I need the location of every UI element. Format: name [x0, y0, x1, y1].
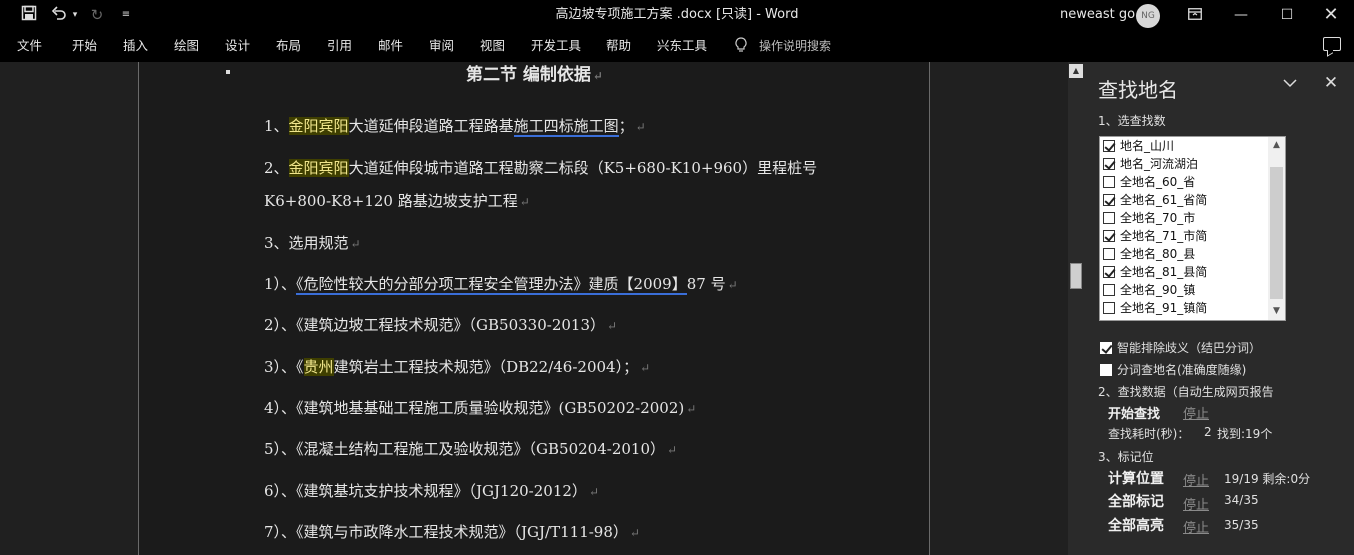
- list-item[interactable]: 全地名_91_镇简: [1103, 299, 1207, 317]
- tab-mailings[interactable]: 邮件: [378, 30, 403, 62]
- checkbox-icon[interactable]: [1103, 140, 1115, 152]
- ribbon-tabs: 文件 开始 插入 绘图 设计 布局 引用 邮件 审阅 视图 开发工具 帮助 兴东…: [0, 30, 1354, 62]
- checkbox-icon[interactable]: [1103, 194, 1115, 206]
- pane-title: 查找地名: [1098, 78, 1178, 102]
- ribbon-display-options-icon[interactable]: [1172, 0, 1218, 30]
- find-place-pane: 查找地名 ✕ 1、选查找数 地名_山川 地名_河流湖泊 全地名_60_省 全地名…: [1084, 62, 1354, 555]
- tab-xingdong-tools[interactable]: 兴东工具: [657, 30, 707, 62]
- list-item[interactable]: 地名_山川: [1103, 137, 1174, 155]
- checkbox-icon[interactable]: [1103, 266, 1115, 278]
- undo-dropdown-icon[interactable]: ▾: [69, 5, 81, 25]
- calc-status: 19/19 剩余:0分: [1224, 472, 1311, 486]
- list-item[interactable]: 地名_河流湖泊: [1103, 155, 1198, 173]
- close-pane-icon[interactable]: ✕: [1322, 74, 1340, 92]
- checkbox-icon[interactable]: [1103, 302, 1115, 314]
- document-area[interactable]: 第二节 编制依据 ↵ 1、金阳宾阳大道延伸段道路工程路基施工四标施工图； ↵ 2、金…: [0, 62, 1068, 555]
- scroll-down-icon[interactable]: ▼: [1268, 303, 1285, 320]
- tab-layout[interactable]: 布局: [276, 30, 301, 62]
- mark-status: 34/35: [1224, 493, 1259, 507]
- regulation-4: 4）、《建筑地基基础工程施工质量验收规范》(GB50202-2002) ↵: [264, 399, 697, 417]
- undo-icon[interactable]: [48, 5, 70, 25]
- paragraph-2-cont: K6+800-K8+120 路基边坡支护工程 ↵: [264, 192, 530, 210]
- step2-label: 2、查找数据（自动生成网页报告: [1098, 385, 1274, 399]
- close-window-icon[interactable]: ✕: [1308, 0, 1354, 30]
- redo-icon[interactable]: ↻: [88, 5, 106, 25]
- listbox-scrollbar[interactable]: ▲ ▼: [1268, 137, 1285, 320]
- listbox-scroll-thumb[interactable]: [1270, 167, 1283, 299]
- regulation-1: 1）、《危险性较大的分部分项工程安全管理办法》建质【2009】87 号 ↵: [264, 275, 738, 295]
- split-word-option[interactable]: 分词查地名(准确度随缘): [1100, 361, 1246, 378]
- tell-me-search[interactable]: 操作说明搜索: [735, 30, 831, 62]
- regulation-3: 3）、《贵州建筑岩土工程技术规范》（DB22/46-2004）； ↵: [264, 358, 651, 376]
- start-find-button[interactable]: 开始查找: [1108, 403, 1160, 422]
- scroll-up-icon[interactable]: ▲: [1069, 64, 1083, 78]
- tab-insert[interactable]: 插入: [123, 30, 148, 62]
- tab-view[interactable]: 视图: [480, 30, 505, 62]
- stop-find-button[interactable]: 停止: [1183, 403, 1209, 422]
- document-scrollbar[interactable]: ▲: [1068, 62, 1084, 555]
- stop-calc-button[interactable]: 停止: [1183, 470, 1209, 489]
- title-bar: ▾ ↻ ≡ 高边坡专项施工方案 .docx [只读] - Word neweas…: [0, 0, 1354, 30]
- minimize-icon[interactable]: —: [1218, 0, 1264, 30]
- elapsed-label: 查找耗时(秒)：: [1108, 427, 1190, 441]
- document-page[interactable]: 第二节 编制依据 ↵ 1、金阳宾阳大道延伸段道路工程路基施工四标施工图； ↵ 2、金…: [138, 62, 930, 555]
- smart-disambiguation-option[interactable]: 智能排除歧义（结巴分词）: [1100, 339, 1261, 356]
- calc-position-button[interactable]: 计算位置: [1108, 468, 1164, 488]
- stop-highlight-button[interactable]: 停止: [1183, 517, 1209, 536]
- checkbox-icon[interactable]: [1103, 230, 1115, 242]
- user-name[interactable]: neweast go: [1060, 0, 1135, 30]
- scrollbar-thumb[interactable]: [1070, 263, 1082, 289]
- found-count: 找到:19个: [1217, 427, 1273, 441]
- step3-label: 3、标记位: [1098, 450, 1154, 464]
- list-item[interactable]: 全地名_70_市: [1103, 209, 1195, 227]
- tab-file[interactable]: 文件: [17, 30, 42, 62]
- regulation-6: 6）、《建筑基坑支护技术规程》（JGJ120-2012） ↵: [264, 482, 599, 500]
- paragraph-marker-icon: [226, 70, 230, 74]
- paragraph-1: 1、金阳宾阳大道延伸段道路工程路基施工四标施工图； ↵: [264, 117, 646, 137]
- elapsed-value: 2: [1204, 425, 1212, 439]
- step1-label: 1、选查找数: [1098, 114, 1166, 128]
- highlight-all-button[interactable]: 全部高亮: [1108, 515, 1164, 535]
- checkbox-icon[interactable]: [1103, 284, 1115, 296]
- tab-developer[interactable]: 开发工具: [531, 30, 581, 62]
- checkbox-icon[interactable]: [1100, 342, 1112, 354]
- list-item[interactable]: 全地名_60_省: [1103, 173, 1195, 191]
- tab-help[interactable]: 帮助: [606, 30, 631, 62]
- regulation-7: 7）、《建筑与市政降水工程技术规范》（JGJ/T111-98） ↵: [264, 523, 640, 541]
- mark-all-button[interactable]: 全部标记: [1108, 491, 1164, 511]
- paragraph-2: 2、金阳宾阳大道延伸段城市道路工程勘察二标段（K5+680-K10+960）里程…: [264, 159, 818, 177]
- paragraph-3: 3、选用规范 ↵: [264, 234, 361, 252]
- checkbox-icon[interactable]: [1103, 248, 1115, 260]
- tell-me-label: 操作说明搜索: [759, 39, 832, 53]
- stop-mark-button[interactable]: 停止: [1183, 494, 1209, 513]
- chevron-down-icon[interactable]: [1282, 76, 1298, 92]
- checkbox-icon[interactable]: [1100, 364, 1112, 376]
- tab-draw[interactable]: 绘图: [174, 30, 199, 62]
- checkbox-icon[interactable]: [1103, 158, 1115, 170]
- tab-design[interactable]: 设计: [225, 30, 250, 62]
- checkbox-icon[interactable]: [1103, 212, 1115, 224]
- comments-icon[interactable]: [1323, 37, 1341, 51]
- list-item[interactable]: 全地名_81_县简: [1103, 263, 1207, 281]
- list-item[interactable]: 全地名_71_市简: [1103, 227, 1207, 245]
- tab-references[interactable]: 引用: [327, 30, 352, 62]
- tab-home[interactable]: 开始: [72, 30, 97, 62]
- scroll-up-icon[interactable]: ▲: [1268, 137, 1285, 154]
- list-item[interactable]: 全地名_61_省简: [1103, 191, 1207, 209]
- avatar[interactable]: NG: [1136, 4, 1160, 28]
- dictionary-listbox[interactable]: 地名_山川 地名_河流湖泊 全地名_60_省 全地名_61_省简 全地名_70_…: [1099, 136, 1286, 321]
- list-item[interactable]: 全地名_80_县: [1103, 245, 1195, 263]
- checkbox-icon[interactable]: [1103, 176, 1115, 188]
- maximize-icon[interactable]: ☐: [1264, 0, 1310, 30]
- regulation-5: 5）、《混凝土结构工程施工及验收规范》（GB50204-2010） ↵: [264, 440, 678, 458]
- customize-toolbar-icon[interactable]: ≡: [119, 5, 133, 25]
- save-icon[interactable]: [18, 5, 40, 25]
- highlight-status: 35/35: [1224, 518, 1259, 532]
- tab-review[interactable]: 审阅: [429, 30, 454, 62]
- regulation-2: 2）、《建筑边坡工程技术规范》（GB50330-2013） ↵: [264, 316, 618, 334]
- section-heading: 第二节 编制依据 ↵: [466, 65, 603, 85]
- list-item[interactable]: 全地名_90_镇: [1103, 281, 1195, 299]
- lightbulb-icon: [735, 33, 749, 52]
